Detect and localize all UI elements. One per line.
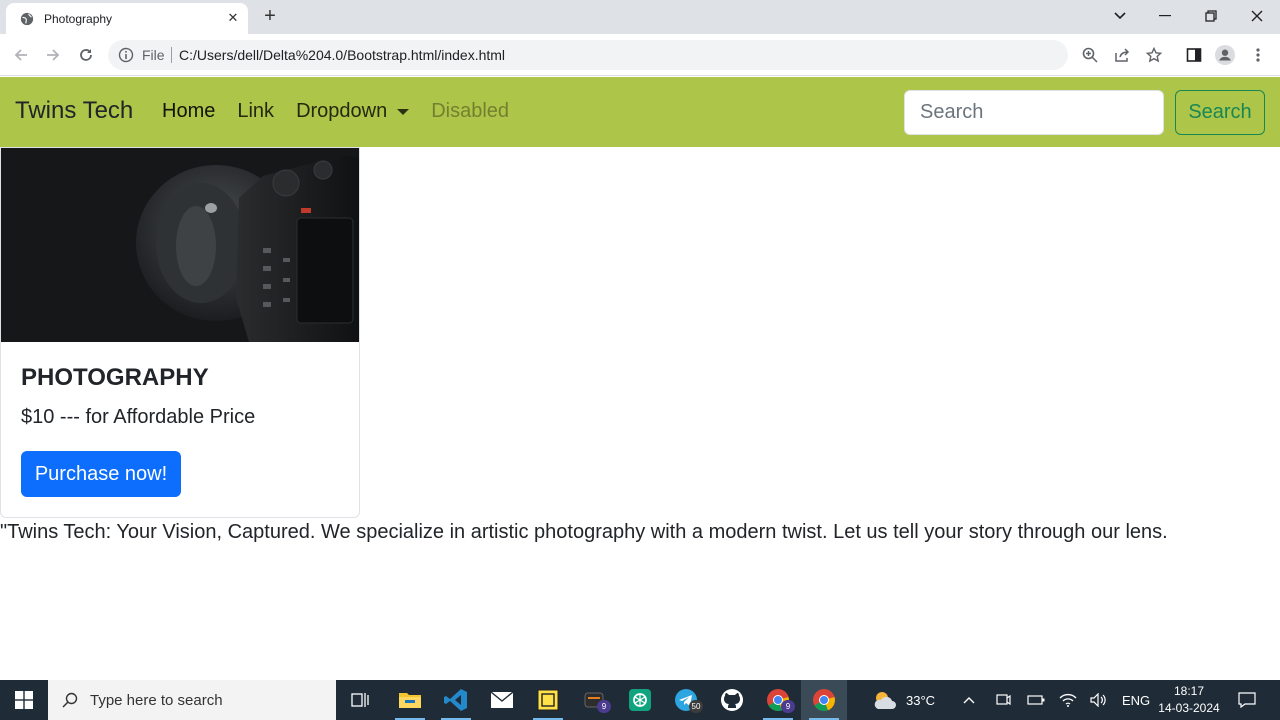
notifications-icon[interactable] — [1238, 680, 1256, 720]
clock-time: 18:17 — [1173, 684, 1205, 698]
product-card: PHOTOGRAPHY $10 --- for Affordable Price… — [0, 147, 360, 518]
new-tab-button[interactable]: + — [260, 6, 280, 26]
language-indicator[interactable]: ENG — [1122, 680, 1150, 720]
browser-tab[interactable]: Photography ✕ — [6, 3, 248, 34]
volume-icon[interactable] — [1090, 680, 1108, 720]
telegram-badge: 50 — [689, 700, 703, 713]
purchase-button[interactable]: Purchase now! — [21, 451, 181, 497]
clock-date: 14-03-2024 — [1158, 701, 1220, 715]
weather-icon — [874, 692, 896, 709]
share-icon[interactable] — [1112, 45, 1132, 65]
telegram-icon[interactable]: 50 — [663, 680, 709, 720]
chrome-profile-icon[interactable]: 9 — [755, 680, 801, 720]
more-menu-icon[interactable] — [1248, 45, 1268, 65]
taskbar-search-box[interactable]: Type here to search — [48, 680, 336, 720]
bookmark-star-icon[interactable] — [1144, 45, 1164, 65]
system-clock[interactable]: 18:17 14-03-2024 — [1152, 683, 1226, 717]
github-icon[interactable] — [709, 680, 755, 720]
zoom-icon[interactable] — [1080, 45, 1100, 65]
show-hidden-icons[interactable] — [962, 680, 976, 720]
meet-now-icon[interactable] — [995, 680, 1011, 720]
vscode-icon[interactable] — [433, 680, 479, 720]
side-panel-icon[interactable] — [1184, 45, 1204, 65]
site-navbar: Twins Tech Home Link Dropdown Disabled S… — [0, 77, 1280, 147]
mail-icon[interactable] — [479, 680, 525, 720]
chrome-badge: 9 — [781, 700, 795, 713]
close-window-button[interactable] — [1242, 4, 1272, 28]
restore-button[interactable] — [1196, 4, 1226, 28]
forward-arrow-icon[interactable] — [42, 44, 64, 66]
url-text[interactable]: C:/Users/dell/Delta%204.0/Bootstrap.html… — [179, 47, 505, 63]
nav-dropdown-label: Dropdown — [296, 100, 388, 122]
chatgpt-icon[interactable] — [617, 680, 663, 720]
nav-link-link[interactable]: Link — [237, 100, 274, 123]
nav-dropdown[interactable]: Dropdown — [296, 100, 410, 123]
search-icon — [62, 692, 78, 708]
battery-icon[interactable] — [1027, 680, 1045, 720]
globe-icon — [20, 12, 34, 25]
browser-tab-strip: Photography ✕ + — [0, 0, 1280, 34]
weather-widget[interactable]: 33°C — [872, 680, 935, 720]
weather-temp: 33°C — [906, 692, 936, 708]
close-tab-icon[interactable]: ✕ — [226, 11, 240, 25]
windows-start-icon[interactable] — [0, 680, 48, 720]
task-view-icon[interactable] — [337, 680, 383, 720]
browser-toolbar: File C:/Users/dell/Delta%204.0/Bootstrap… — [0, 34, 1280, 76]
taskbar-search-placeholder: Type here to search — [90, 691, 223, 709]
app-badge: 9 — [597, 700, 611, 713]
tab-title: Photography — [44, 11, 113, 26]
info-icon[interactable] — [118, 47, 134, 63]
url-divider — [171, 47, 172, 63]
nav-link-disabled: Disabled — [431, 100, 510, 122]
profile-avatar-icon[interactable] — [1215, 45, 1235, 65]
back-arrow-icon[interactable] — [10, 44, 32, 66]
tab-search-icon[interactable] — [1105, 4, 1135, 28]
minimize-button[interactable] — [1150, 4, 1180, 28]
nav-links: Home Link Dropdown Disabled — [162, 100, 531, 123]
card-price-text: $10 --- for Affordable Price — [21, 406, 256, 428]
tagline-text: "Twins Tech: Your Vision, Captured. We s… — [0, 521, 1168, 543]
app-icon[interactable]: 9 — [571, 680, 617, 720]
reload-icon[interactable] — [75, 44, 97, 66]
sticky-notes-icon[interactable] — [525, 680, 571, 720]
navbar-brand[interactable]: Twins Tech — [15, 97, 133, 125]
chrome-active-icon[interactable] — [801, 680, 847, 720]
search-input[interactable] — [904, 90, 1164, 135]
caret-down-icon — [397, 108, 410, 115]
nav-link-home[interactable]: Home — [162, 100, 215, 123]
url-scheme-label: File — [142, 47, 165, 63]
file-explorer-icon[interactable] — [387, 680, 433, 720]
search-button[interactable]: Search — [1175, 90, 1265, 135]
camera-image — [1, 148, 359, 342]
address-bar[interactable]: File C:/Users/dell/Delta%204.0/Bootstrap… — [108, 40, 1068, 70]
card-title: PHOTOGRAPHY — [21, 364, 209, 391]
windows-taskbar: Type here to search 9 50 9 33°C ENG 18:1… — [0, 680, 1280, 720]
wifi-icon[interactable] — [1059, 680, 1077, 720]
